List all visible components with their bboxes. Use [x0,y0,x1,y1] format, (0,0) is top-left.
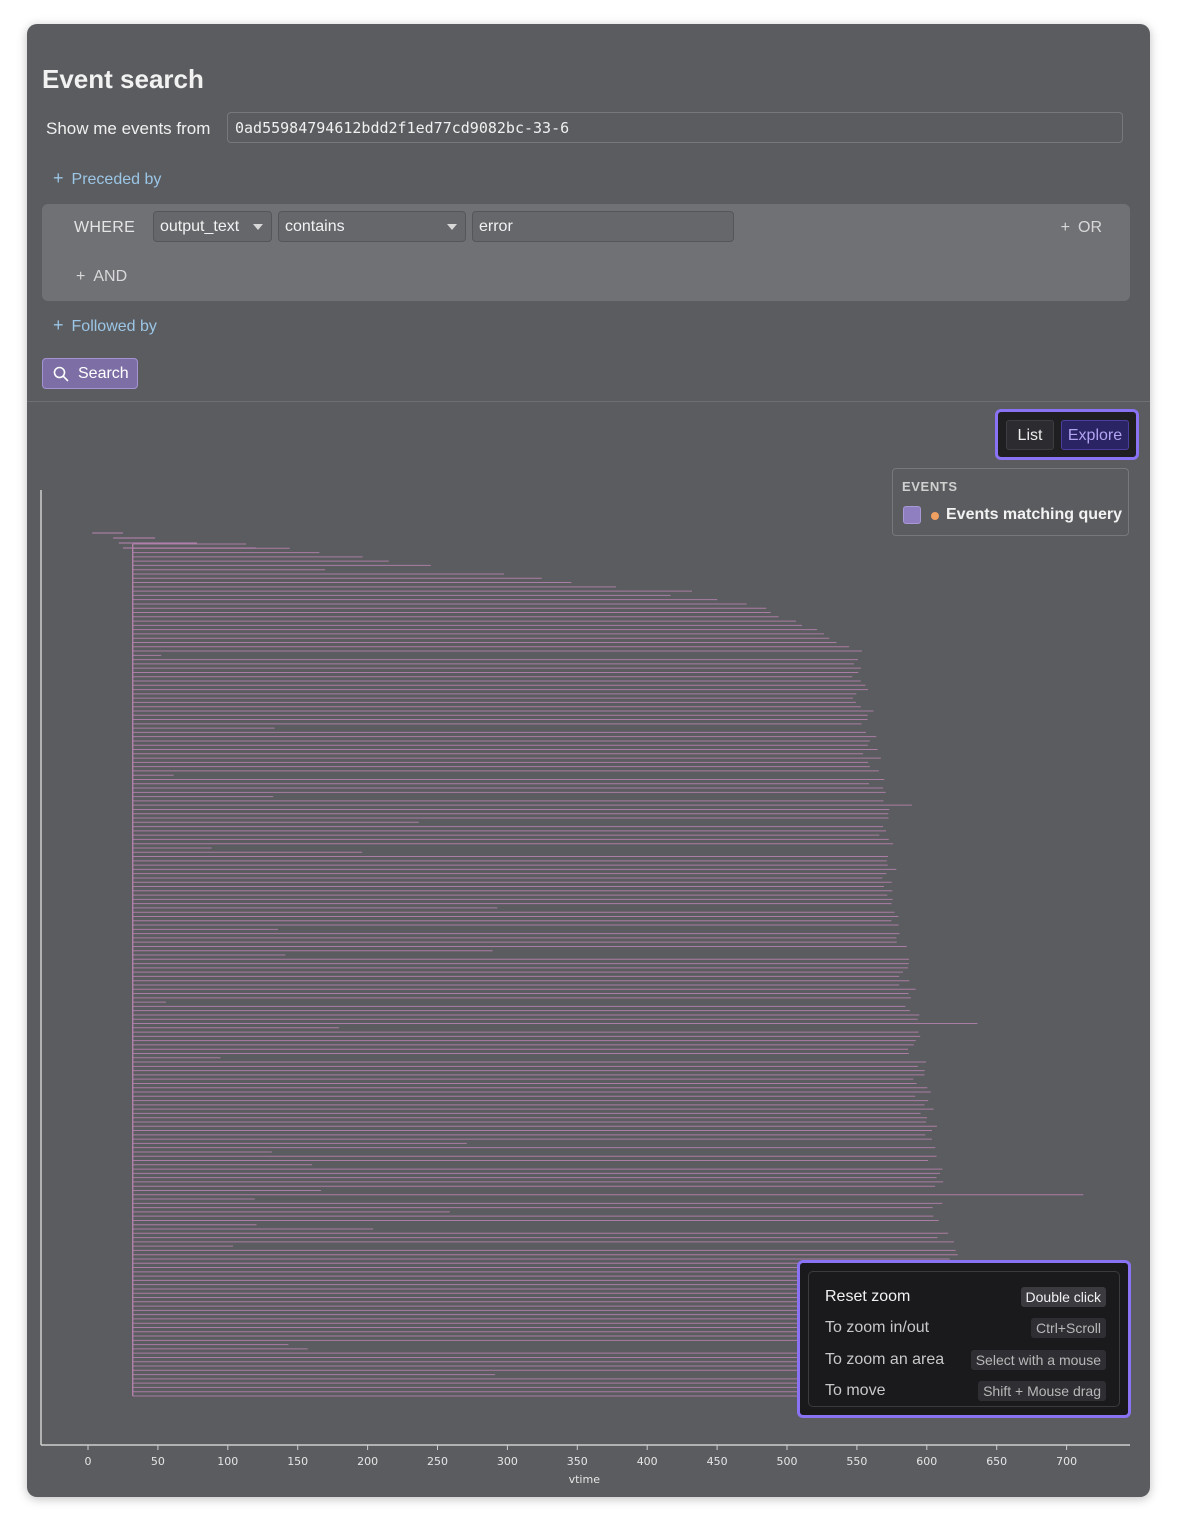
help-row-zoom-area: To zoom an area Select with a mouse [825,1349,1106,1373]
help-row-reset-zoom: Reset zoom Double click [825,1286,1106,1310]
help-action: Reset zoom [825,1288,911,1305]
help-action: To zoom in/out [825,1319,930,1336]
x-tick-label: 450 [707,1455,728,1468]
help-row-zoom-in-out: To zoom in/out Ctrl+Scroll [825,1317,1106,1341]
x-tick-label: 500 [777,1455,798,1468]
help-shortcut: Shift + Mouse drag [978,1381,1106,1401]
legend-title: EVENTS [902,479,958,494]
x-tick-label: 400 [637,1455,658,1468]
x-tick-label: 350 [567,1455,588,1468]
help-shortcut: Ctrl+Scroll [1031,1318,1106,1338]
x-tick-label: 50 [151,1455,165,1468]
help-shortcut: Select with a mouse [970,1350,1106,1370]
x-tick-label: 250 [427,1455,448,1468]
legend-swatch[interactable] [903,506,921,524]
x-tick-label: 200 [357,1455,378,1468]
x-tick-label: 150 [287,1455,308,1468]
legend-item-label: Events matching query [946,506,1123,523]
x-tick-label: 300 [497,1455,518,1468]
chart-legend: EVENTS Events matching query [892,468,1129,536]
zoom-help-inner: Reset zoom Double click To zoom in/out C… [808,1271,1120,1407]
event-search-panel: Event search Show me events from 0ad5598… [27,24,1150,1497]
help-shortcut: Double click [1020,1287,1106,1307]
x-tick-label: 0 [85,1455,92,1468]
x-tick-label: 650 [986,1455,1007,1468]
help-action: To move [825,1382,886,1399]
x-axis-label: vtime [569,1473,601,1486]
zoom-help-panel: Reset zoom Double click To zoom in/out C… [797,1260,1131,1418]
help-action: To zoom an area [825,1351,945,1368]
x-tick-label: 700 [1056,1455,1077,1468]
x-tick-label: 100 [217,1455,238,1468]
list-view-tab[interactable]: List [1006,420,1054,450]
view-toggle: List Explore [995,409,1139,460]
help-row-move: To move Shift + Mouse drag [825,1380,1106,1404]
x-tick-label: 600 [916,1455,937,1468]
explore-view-tab[interactable]: Explore [1061,420,1129,450]
legend-dot [931,512,939,520]
x-tick-label: 550 [846,1455,867,1468]
